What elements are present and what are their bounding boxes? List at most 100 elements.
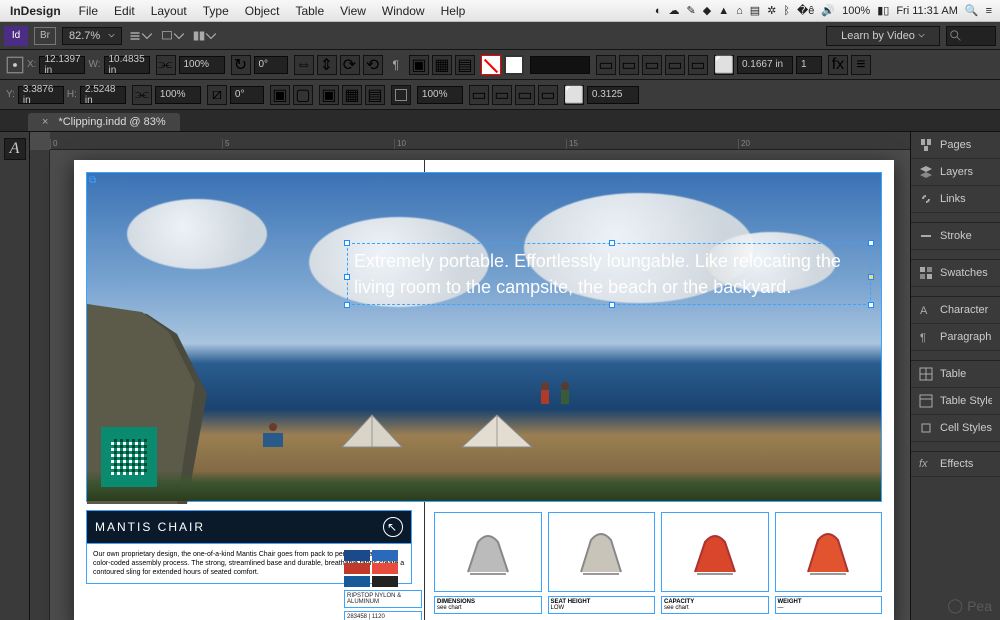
battery-percent[interactable]: 100% [842,5,870,17]
type-tool[interactable]: A [4,138,26,160]
corner-icon[interactable]: ⬜ [714,55,734,75]
scale-x-field[interactable]: 100% [179,56,225,74]
constrain-icon[interactable]: ⫘ [156,55,176,75]
wrap-jumpcol-icon[interactable]: ▭ [688,55,708,75]
panel-pages[interactable]: Pages [911,132,1000,159]
wrap-bbox-icon[interactable]: ▭ [619,55,639,75]
rotate-icon[interactable]: ↻ [231,55,251,75]
spec-dimensions[interactable]: DIMENSIONSsee chart [434,596,542,614]
volume-icon[interactable]: 🔊 [821,4,835,17]
home-icon[interactable]: ⌂ [736,5,743,17]
wrap-none-icon[interactable]: ▭ [596,55,616,75]
zoom-level[interactable]: 82.7% [62,27,122,45]
dropbox-icon[interactable]: ◆ [703,4,711,17]
document-tab[interactable]: × *Clipping.indd @ 83% [28,113,180,131]
wrap-jump-icon[interactable]: ▭ [665,55,685,75]
wrap-shape-icon[interactable]: ▭ [642,55,662,75]
fan-icon[interactable]: ✲ [767,4,776,17]
bridge-icon[interactable]: Br [34,27,56,45]
panel-table-styles[interactable]: Table Styles [911,388,1000,415]
scale-y-field[interactable]: 100% [155,86,201,104]
menu-edit[interactable]: Edit [106,4,143,18]
dist-icon[interactable]: ⬜ [564,85,584,105]
flip-h-icon[interactable]: ⇔ [294,55,314,75]
spotlight-icon[interactable]: 🔍 [965,4,979,17]
menu-table[interactable]: Table [287,4,332,18]
screen-mode-button[interactable] [160,26,186,46]
panel-character-styles[interactable]: ACharacter Styles [911,297,1000,324]
wifi-icon[interactable]: �ê [797,4,814,17]
rotate-ccw-icon[interactable]: ⟲ [363,55,383,75]
fill-frame-icon[interactable]: ▦ [432,55,452,75]
chair-card-3[interactable] [661,512,769,592]
drive-icon[interactable]: ▲ [718,5,729,17]
menu-layout[interactable]: Layout [143,4,195,18]
reference-point-icon[interactable] [6,56,24,74]
center-content-icon[interactable]: ▤ [455,55,475,75]
y-pos-field[interactable]: 3.3876 in [18,86,64,104]
select-content-icon[interactable]: ▢ [293,85,313,105]
shear-icon[interactable]: ⧄ [207,85,227,105]
effects-icon[interactable]: fx [828,55,848,75]
menu-file[interactable]: File [71,4,106,18]
stroke-swatch[interactable] [504,55,524,75]
workspace-switcher[interactable]: Learn by Video [826,26,940,46]
bluetooth-icon[interactable]: ᛒ [783,5,790,17]
document-spread[interactable]: Extremely portable. Effortlessly loungab… [74,160,894,620]
product-title-bar[interactable]: MANTIS CHAIR ↖ [86,510,412,544]
height-field[interactable]: 2.5248 in [80,86,126,104]
panel-cell-styles[interactable]: Cell Styles [911,415,1000,442]
indesign-icon[interactable]: Id [4,26,28,46]
rotate-field[interactable]: 0° [254,56,288,74]
spec-capacity[interactable]: CAPACITYsee chart [661,596,769,614]
vertical-ruler[interactable] [30,150,50,620]
fit-content-icon[interactable]: ▣ [409,55,429,75]
stroke-weight-field-2[interactable]: 1 [796,56,822,74]
app-name[interactable]: InDesign [0,4,71,18]
align-icon-4[interactable]: ▭ [538,85,558,105]
battery-icon[interactable]: ▮▯ [877,4,889,17]
spec-seat-height[interactable]: SEAT HEIGHTLOW [548,596,656,614]
menu-window[interactable]: Window [374,4,433,18]
fill-swatch[interactable] [481,55,501,75]
rotate-cw-icon[interactable]: ⟳ [340,55,360,75]
panel-effects[interactable]: fxEffects [911,452,1000,477]
arrange-button[interactable] [192,26,218,46]
panel-paragraph-styles[interactable]: ¶Paragraph Styles [911,324,1000,351]
menu-object[interactable]: Object [237,4,288,18]
fit-content2-icon[interactable]: ▤ [365,85,385,105]
panel-swatches[interactable]: Swatches [911,260,1000,287]
spec-weight[interactable]: WEIGHT— [775,596,883,614]
search-field[interactable] [946,26,996,46]
evernote-icon[interactable]: ✎ [687,4,696,17]
canvas[interactable]: 05101520 [30,132,910,620]
notification-icon[interactable]: ≡ [986,5,992,17]
opacity-field[interactable]: 100% [417,86,463,104]
stroke-style-field[interactable] [530,56,590,74]
stroke-weight-field[interactable]: 0.1667 in [737,56,793,74]
horizontal-ruler[interactable]: 05101520 [50,132,910,150]
more-options-icon[interactable]: ≡ [851,55,871,75]
align-icon-1[interactable]: ▭ [469,85,489,105]
sync-icon[interactable]: ◐ [655,5,662,17]
corner-field[interactable]: 0.3125 [587,86,639,104]
menu-help[interactable]: Help [433,4,474,18]
width-field[interactable]: 10.4835 in [104,56,150,74]
chair-card-2[interactable] [548,512,656,592]
panel-links[interactable]: Links [911,186,1000,213]
menu-view[interactable]: View [332,4,374,18]
fit-frame-icon[interactable]: ▦ [342,85,362,105]
chair-card-1[interactable] [434,512,542,592]
stroke-swap-icon[interactable] [391,85,411,105]
x-pos-field[interactable]: 12.1397 in [39,56,85,74]
hero-text-frame[interactable]: Extremely portable. Effortlessly loungab… [347,243,871,305]
constrain2-icon[interactable]: ⫘ [132,85,152,105]
shear-field[interactable]: 0° [230,86,264,104]
flip-v-icon[interactable]: ⇕ [317,55,337,75]
menu-type[interactable]: Type [195,4,237,18]
panel-stroke[interactable]: Stroke [911,223,1000,250]
hero-image-frame[interactable]: Extremely portable. Effortlessly loungab… [86,172,882,502]
align-icon-2[interactable]: ▭ [492,85,512,105]
clock[interactable]: Fri 11:31 AM [896,5,958,17]
panel-layers[interactable]: Layers [911,159,1000,186]
